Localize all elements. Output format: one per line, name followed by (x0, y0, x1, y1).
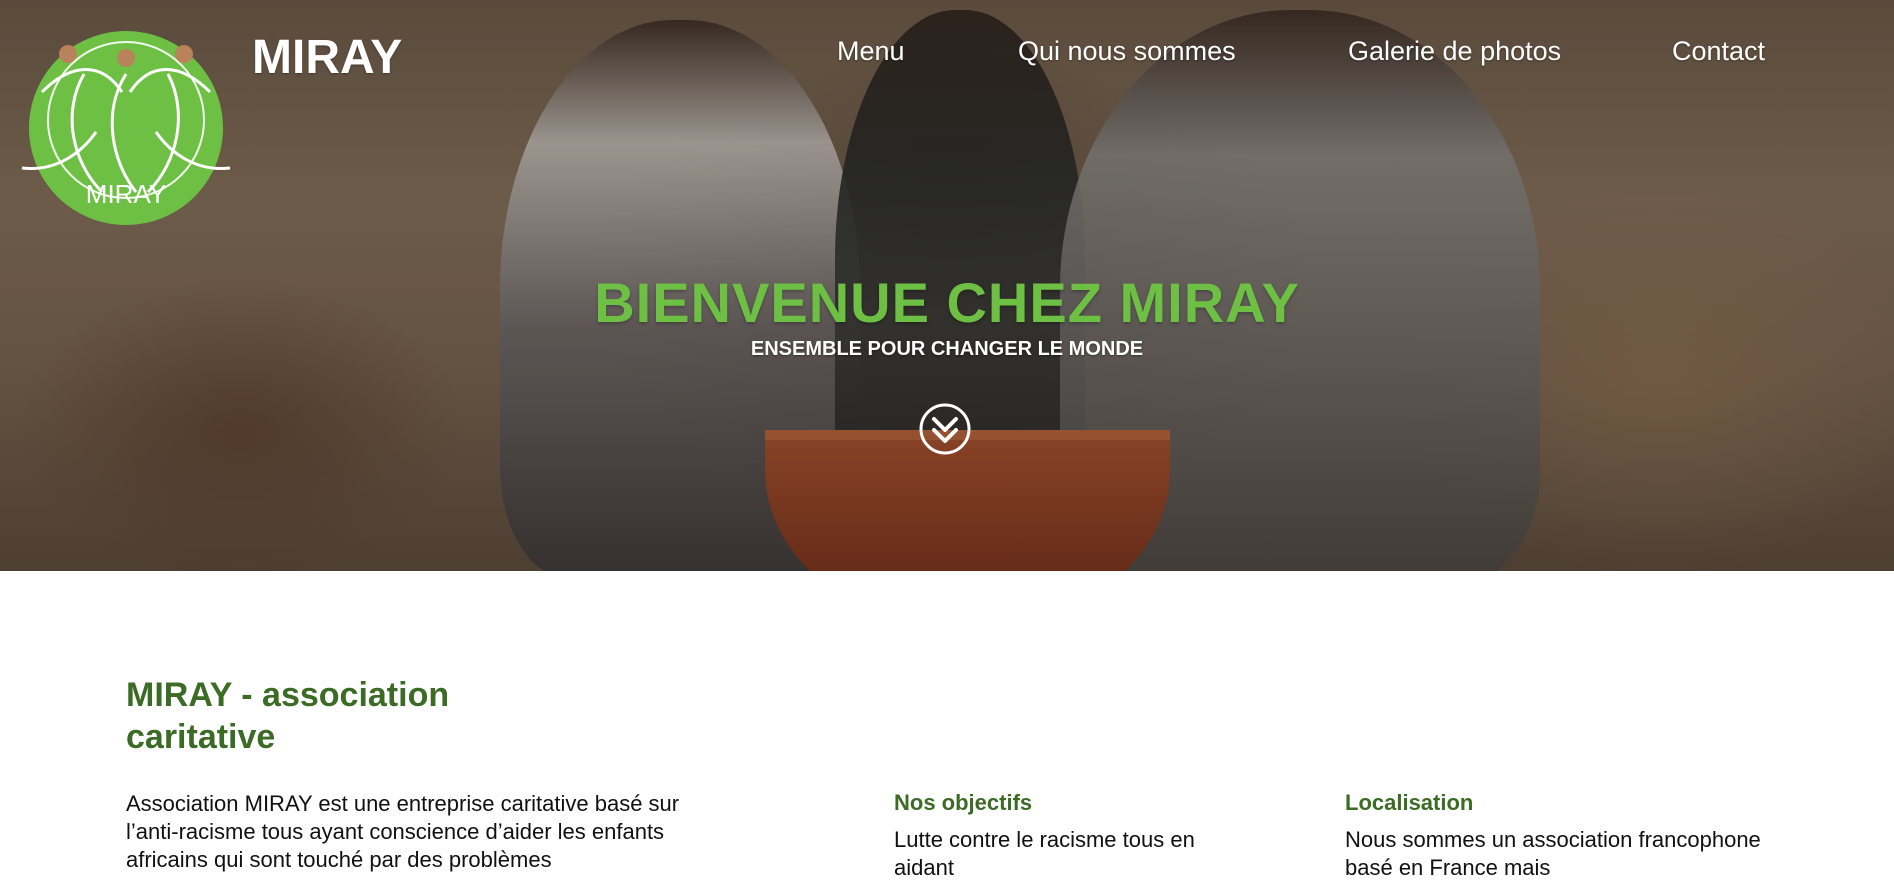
about-title-line1: MIRAY - association (126, 676, 450, 714)
logo-text: MIRAY (86, 179, 166, 209)
chevron-double-down-icon[interactable] (918, 402, 972, 456)
about-title: MIRAY - association caritative (126, 674, 546, 758)
nav-item-contact[interactable]: Contact (1672, 36, 1765, 67)
main-nav: Menu Qui nous sommes Galerie de photos C… (0, 36, 1894, 76)
location-title: Localisation (1345, 790, 1474, 815)
nav-item-menu[interactable]: Menu (837, 36, 905, 67)
about-title-line2: caritative (126, 718, 276, 756)
objectives-title: Nos objectifs (894, 790, 1033, 815)
nav-item-qui-nous-sommes[interactable]: Qui nous sommes (1018, 36, 1236, 67)
hero-banner: MIRAY MIRAY Menu Qui nous sommes Galerie… (0, 0, 1894, 571)
about-intro: Association MIRAY est une entreprise car… (126, 791, 680, 872)
hero-subtitle: ENSEMBLE POUR CHANGER LE MONDE (750, 338, 1144, 360)
objectives-text: Lutte contre le racisme tous en aidant (894, 827, 1195, 880)
hero-title: BIENVENUE CHEZ MIRAY (594, 271, 1300, 334)
nav-item-galerie-de-photos[interactable]: Galerie de photos (1348, 36, 1561, 67)
location-text: Nous sommes un association francophone b… (1345, 827, 1761, 880)
